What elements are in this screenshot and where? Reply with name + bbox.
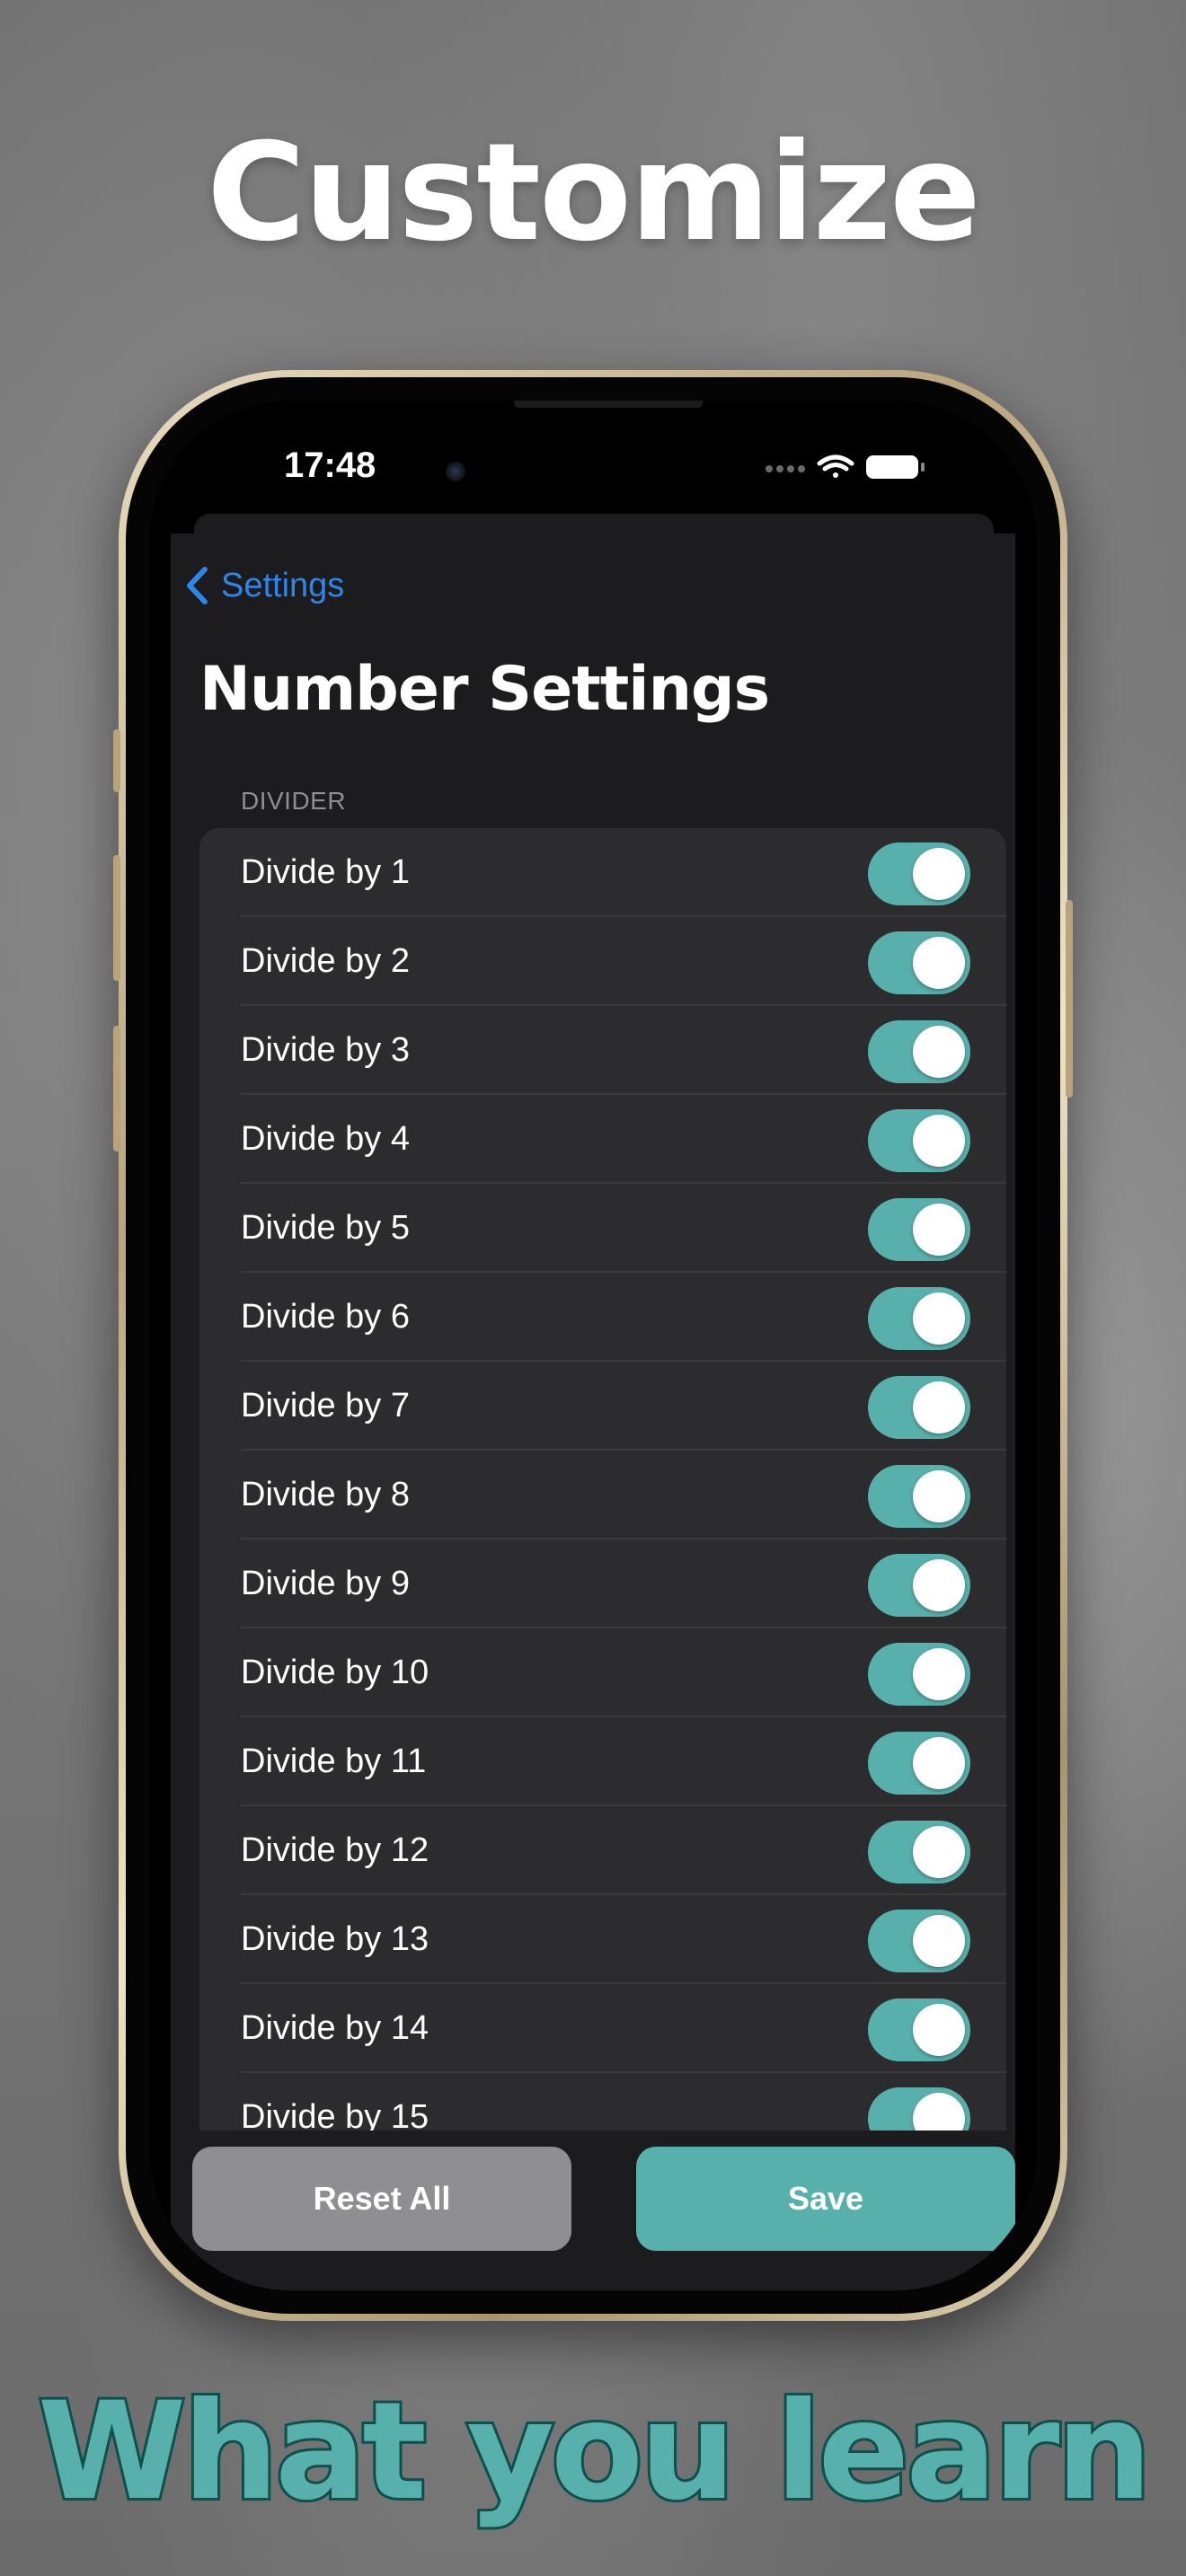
back-button-label: Settings (221, 566, 345, 604)
row-label: Divide by 3 (241, 1031, 410, 1069)
toggle-knob (913, 1470, 965, 1522)
toggle-switch[interactable] (868, 2087, 970, 2130)
volume-up-button (113, 855, 120, 981)
phone-bezel: 17:48 Settings Number Settings DIVIDER D… (126, 377, 1060, 2314)
toggle-switch[interactable] (868, 1465, 970, 1528)
toggle-knob (913, 1915, 965, 1967)
dynamic-island (419, 426, 778, 519)
reset-all-button[interactable]: Reset All (192, 2147, 571, 2251)
list-item[interactable]: Divide by 14 (199, 1984, 1006, 2073)
list-item[interactable]: Divide by 1 (199, 828, 1006, 917)
row-label: Divide by 2 (241, 942, 410, 980)
toggle-knob (913, 1737, 965, 1789)
wifi-icon (817, 454, 854, 478)
speaker-grille (514, 401, 703, 408)
back-button[interactable]: Settings (185, 566, 344, 605)
silent-switch (113, 729, 120, 792)
battery-icon (866, 455, 925, 479)
toggle-knob (913, 1204, 965, 1256)
toggle-knob (913, 2093, 965, 2130)
toggle-knob (913, 1292, 965, 1345)
volume-down-button (113, 1026, 120, 1151)
toggle-knob (913, 1826, 965, 1878)
toggle-switch[interactable] (868, 1998, 970, 2061)
row-label: Divide by 6 (241, 1298, 410, 1336)
list-item[interactable]: Divide by 8 (199, 1451, 1006, 1539)
toggle-switch[interactable] (868, 1732, 970, 1795)
list-item[interactable]: Divide by 10 (199, 1628, 1006, 1717)
status-time: 17:48 (284, 446, 376, 485)
status-icons (764, 453, 943, 480)
row-label: Divide by 8 (241, 1476, 410, 1513)
toggle-switch[interactable] (868, 931, 970, 994)
toggle-knob (913, 1026, 965, 1078)
row-label: Divide by 12 (241, 1831, 429, 1869)
row-label: Divide by 1 (241, 853, 410, 891)
toggle-switch[interactable] (868, 842, 970, 905)
toggle-knob (913, 937, 965, 989)
toggle-knob (913, 2004, 965, 2056)
phone-frame: 17:48 Settings Number Settings DIVIDER D… (113, 370, 1073, 2321)
power-button (1066, 900, 1073, 1098)
toggle-knob (913, 1648, 965, 1700)
row-label: Divide by 15 (241, 2098, 429, 2130)
toggle-switch[interactable] (868, 1198, 970, 1261)
chevron-left-icon (187, 567, 208, 604)
row-label: Divide by 14 (241, 2009, 429, 2047)
toggle-knob (913, 848, 965, 900)
toggle-switch[interactable] (868, 1109, 970, 1172)
list-item[interactable]: Divide by 9 (199, 1539, 1006, 1628)
list-item[interactable]: Divide by 4 (199, 1095, 1006, 1184)
row-label: Divide by 4 (241, 1120, 410, 1158)
camera-icon (446, 462, 465, 481)
row-label: Divide by 11 (241, 1742, 427, 1780)
toggle-knob (913, 1115, 965, 1167)
list-item[interactable]: Divide by 7 (199, 1362, 1006, 1451)
promo-headline: Customize (207, 115, 981, 271)
row-label: Divide by 7 (241, 1387, 410, 1425)
divider-list: Divide by 1 Divide by 2 Divide by 3 Divi… (199, 828, 1006, 2130)
list-item[interactable]: Divide by 3 (199, 1006, 1006, 1095)
signal-dots-icon (766, 465, 805, 472)
toggle-switch[interactable] (868, 1376, 970, 1439)
row-label: Divide by 5 (241, 1209, 410, 1247)
toggle-switch[interactable] (868, 1287, 970, 1350)
toggle-switch[interactable] (868, 1910, 970, 1972)
save-button[interactable]: Save (636, 2147, 1015, 2251)
phone-screen: 17:48 Settings Number Settings DIVIDER D… (149, 401, 1037, 2290)
row-label: Divide by 9 (241, 1565, 410, 1602)
row-label: Divide by 13 (241, 1920, 429, 1958)
list-item[interactable]: Divide by 2 (199, 917, 1006, 1006)
toggle-switch[interactable] (868, 1554, 970, 1617)
list-item[interactable]: Divide by 11 (199, 1717, 1006, 1806)
toggle-knob (913, 1559, 965, 1611)
toggle-switch[interactable] (868, 1643, 970, 1706)
section-header: DIVIDER (241, 787, 347, 815)
page-title: Number Settings (199, 654, 770, 725)
list-item[interactable]: Divide by 15 (199, 2073, 1006, 2130)
list-item[interactable]: Divide by 6 (199, 1273, 1006, 1362)
list-item[interactable]: Divide by 5 (199, 1184, 1006, 1273)
promo-tagline: What you learn (35, 2371, 1155, 2533)
toggle-knob (913, 1381, 965, 1434)
row-label: Divide by 10 (241, 1654, 429, 1691)
settings-sheet: Settings Number Settings DIVIDER Divide … (171, 534, 1015, 2290)
toggle-switch[interactable] (868, 1020, 970, 1083)
list-item[interactable]: Divide by 12 (199, 1806, 1006, 1895)
action-bar: Reset All Save (171, 2130, 1015, 2290)
toggle-switch[interactable] (868, 1821, 970, 1883)
list-item[interactable]: Divide by 13 (199, 1895, 1006, 1984)
